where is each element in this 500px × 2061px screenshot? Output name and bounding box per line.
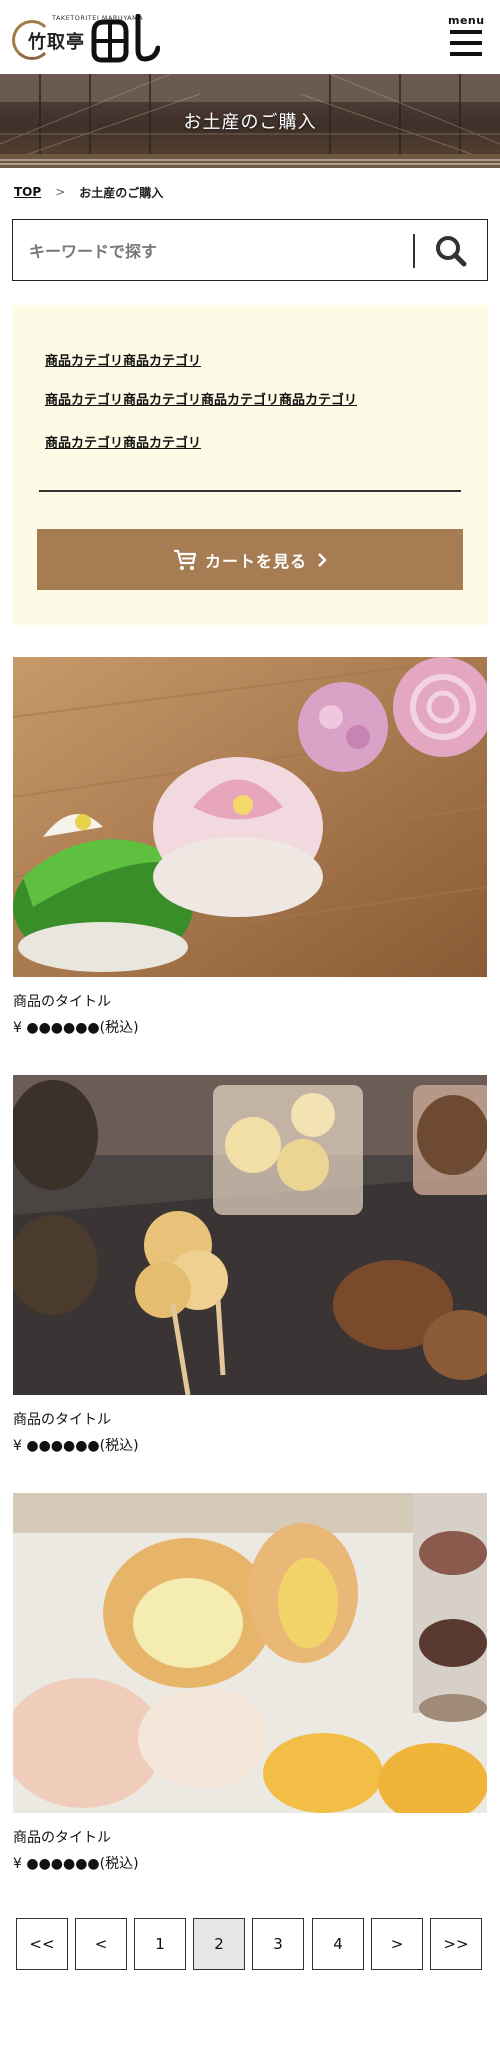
product-title[interactable]: 商品のタイトル bbox=[13, 991, 111, 1011]
site-header: TAKETORITEI MARUYAMA 竹取亭 menu bbox=[0, 0, 500, 74]
pagination-first-button[interactable]: << bbox=[16, 1918, 68, 1970]
product-image[interactable] bbox=[13, 1075, 487, 1395]
logo-script-mark bbox=[91, 14, 160, 63]
search-input[interactable] bbox=[27, 232, 411, 270]
menu-button[interactable]: menu bbox=[448, 14, 484, 60]
product-title[interactable]: 商品のタイトル bbox=[13, 1409, 111, 1429]
pagination-page-1[interactable]: 1 bbox=[134, 1918, 186, 1970]
breadcrumb: TOP > お土産のご購入 bbox=[14, 182, 163, 202]
category-link[interactable]: 商品カテゴリ商品カテゴリ商品カテゴリ商品カテゴリ bbox=[45, 389, 357, 408]
product-price: ¥ ●●●●●●(税込) bbox=[13, 1020, 139, 1036]
category-link[interactable]: 商品カテゴリ商品カテゴリ bbox=[45, 350, 201, 369]
search-icon bbox=[436, 236, 467, 267]
cart-icon bbox=[173, 549, 197, 570]
category-divider bbox=[39, 490, 461, 492]
pagination-page-2-current[interactable]: 2 bbox=[193, 1918, 245, 1970]
breadcrumb-top-link[interactable]: TOP bbox=[14, 185, 41, 199]
view-cart-label: カートを見る bbox=[204, 551, 307, 571]
product-image[interactable] bbox=[13, 1493, 487, 1813]
site-logo[interactable]: TAKETORITEI MARUYAMA 竹取亭 bbox=[12, 10, 162, 66]
product-title[interactable]: 商品のタイトル bbox=[13, 1827, 111, 1847]
pagination-next-button[interactable]: > bbox=[371, 1918, 423, 1970]
category-panel: 商品カテゴリ商品カテゴリ 商品カテゴリ商品カテゴリ商品カテゴリ商品カテゴリ 商品… bbox=[12, 305, 488, 625]
hamburger-icon-bar-bottom bbox=[450, 52, 482, 56]
pagination-page-4[interactable]: 4 bbox=[312, 1918, 364, 1970]
wagashi-photo bbox=[13, 657, 487, 977]
product-image[interactable] bbox=[13, 657, 487, 977]
pagination-page-3[interactable]: 3 bbox=[252, 1918, 304, 1970]
hamburger-icon-bar-top bbox=[450, 30, 482, 34]
product-price: ¥ ●●●●●●(税込) bbox=[13, 1856, 139, 1872]
pagination-last-button[interactable]: >> bbox=[430, 1918, 482, 1970]
pagination-prev-button[interactable]: < bbox=[75, 1918, 127, 1970]
page-hero-banner: お土産のご購入 bbox=[0, 74, 500, 168]
breadcrumb-current: お土産のご購入 bbox=[79, 185, 164, 200]
category-link[interactable]: 商品カテゴリ商品カテゴリ bbox=[45, 432, 201, 451]
search-box bbox=[12, 219, 488, 281]
product-price: ¥ ●●●●●●(税込) bbox=[13, 1438, 139, 1454]
chevron-right-icon bbox=[318, 552, 327, 567]
pagination: << < 1 2 3 4 > >> bbox=[16, 1918, 486, 1972]
view-cart-button[interactable]: カートを見る bbox=[37, 529, 463, 590]
breadcrumb-separator: > bbox=[55, 185, 66, 199]
manju-photo bbox=[13, 1493, 487, 1813]
search-button[interactable] bbox=[431, 232, 471, 270]
page-title: お土産のご購入 bbox=[183, 112, 317, 133]
search-divider bbox=[413, 234, 415, 268]
dango-photo bbox=[13, 1075, 487, 1395]
logo-name: 竹取亭 bbox=[28, 32, 85, 53]
menu-label: menu bbox=[448, 14, 485, 27]
hamburger-icon-bar-middle bbox=[450, 41, 482, 45]
